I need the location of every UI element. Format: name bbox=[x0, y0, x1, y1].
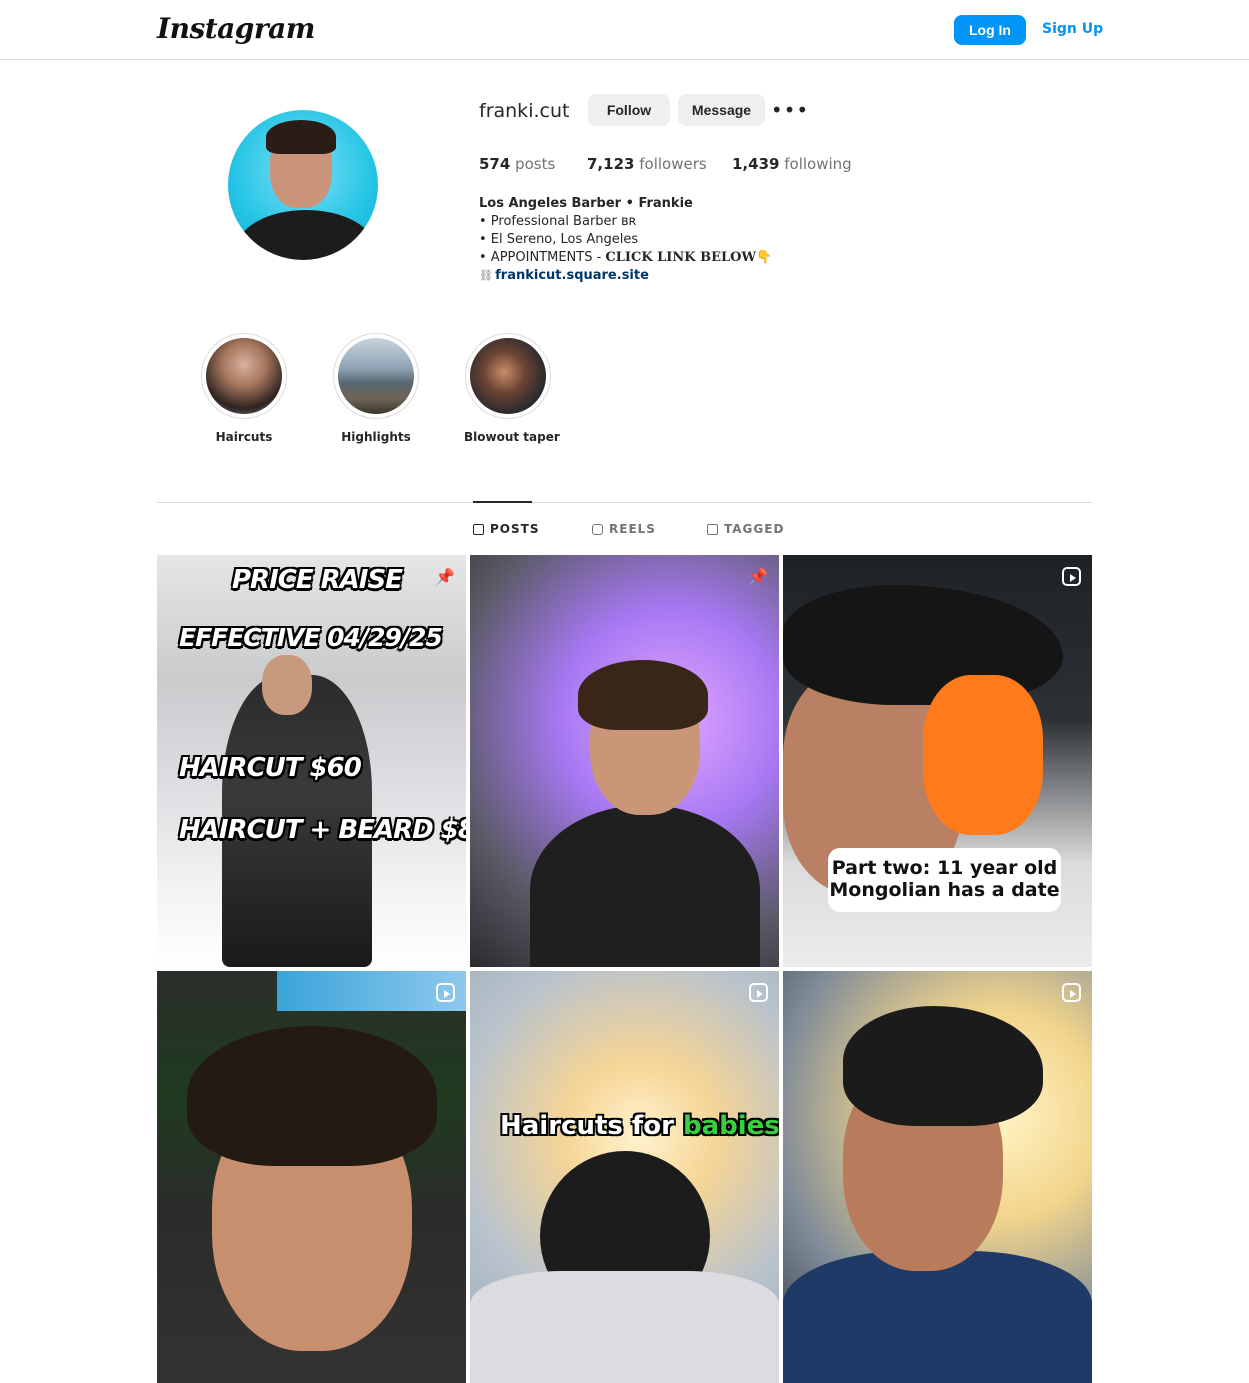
post-caption-white: Haircuts for bbox=[500, 1111, 683, 1141]
post-tile[interactable]: PRICE RAISE EFFECTIVE 04/29/25 HAIRCUT $… bbox=[157, 555, 466, 967]
post-glove-shape bbox=[923, 675, 1043, 835]
profile-avatar[interactable] bbox=[228, 110, 378, 260]
reels-icon bbox=[592, 523, 603, 535]
post-text-haircut-price: HAIRCUT $60 bbox=[179, 753, 362, 783]
follow-button[interactable]: Follow bbox=[588, 94, 670, 126]
highlight-thumbnail bbox=[338, 338, 414, 414]
bio-external-link[interactable]: ⛓ frankicut.square.site bbox=[479, 267, 772, 285]
posts-count-stat: 574 posts bbox=[479, 155, 555, 173]
tab-posts[interactable]: POSTS bbox=[473, 522, 539, 536]
followers-label: followers bbox=[639, 155, 707, 173]
followers-stat[interactable]: 7,123 followers bbox=[587, 155, 707, 173]
reel-icon bbox=[1060, 981, 1082, 1003]
post-person-shape bbox=[530, 805, 760, 967]
bio-appointments-prefix: • APPOINTMENTS - bbox=[479, 250, 606, 265]
post-text-effective-date: EFFECTIVE 04/29/25 bbox=[179, 623, 443, 652]
post-tile[interactable]: 📌 bbox=[470, 555, 779, 967]
reel-icon bbox=[1060, 565, 1082, 587]
post-shirt-shape bbox=[783, 1251, 1092, 1383]
post-tile[interactable] bbox=[157, 971, 466, 1383]
highlight-thumbnail bbox=[206, 338, 282, 414]
bio-link-text[interactable]: frankicut.square.site bbox=[495, 268, 649, 283]
post-caption-text: Haircuts for babies: bbox=[500, 1111, 779, 1141]
highlight-blowout-taper[interactable]: Blowout taper bbox=[464, 333, 560, 444]
bio-line-location: • El Sereno, Los Angeles bbox=[479, 232, 639, 247]
profile-bio: Los Angeles Barber • Frankie • Professio… bbox=[479, 195, 772, 285]
tagged-icon bbox=[707, 523, 718, 535]
post-hair-shape bbox=[843, 1006, 1043, 1126]
top-navigation-bar: Instagram Log In Sign Up bbox=[0, 0, 1249, 60]
highlight-ring bbox=[201, 333, 287, 419]
highlight-label: Haircuts bbox=[215, 430, 273, 444]
highlight-label: Blowout taper bbox=[464, 430, 560, 444]
tab-posts-label: POSTS bbox=[490, 522, 540, 536]
avatar-hair-shape bbox=[266, 120, 336, 154]
highlight-label: Highlights bbox=[341, 430, 411, 444]
tabs-divider bbox=[157, 502, 1092, 503]
bio-appointments-cta: CLICK LINK BELOW bbox=[605, 250, 757, 265]
tab-tagged-label: TAGGED bbox=[724, 522, 785, 536]
bio-line-appointments: • APPOINTMENTS - CLICK LINK BELOW👇 bbox=[479, 249, 772, 267]
highlight-thumbnail bbox=[470, 338, 546, 414]
message-button[interactable]: Message bbox=[678, 94, 765, 126]
following-label: following bbox=[784, 155, 852, 173]
more-options-icon[interactable]: ••• bbox=[771, 96, 808, 124]
active-tab-indicator bbox=[473, 501, 532, 503]
bio-name: Los Angeles Barber • Frankie bbox=[479, 196, 693, 211]
highlight-highlights[interactable]: Highlights bbox=[332, 333, 420, 444]
avatar-body-shape bbox=[236, 210, 376, 260]
link-icon: ⛓ bbox=[479, 269, 493, 282]
post-shirt-shape bbox=[470, 1271, 779, 1383]
followers-count: 7,123 bbox=[587, 155, 635, 173]
pointing-down-emoji-icon: 👇 bbox=[756, 250, 773, 265]
pin-icon: 📌 bbox=[435, 566, 455, 586]
post-hair-shape bbox=[187, 1026, 437, 1166]
post-caption-bubble: Part two: 11 year old Mongolian has a da… bbox=[828, 848, 1061, 912]
following-stat[interactable]: 1,439 following bbox=[732, 155, 852, 173]
post-tile[interactable]: Part two: 11 year old Mongolian has a da… bbox=[783, 555, 1092, 967]
posts-count: 574 bbox=[479, 155, 511, 173]
instagram-logo[interactable]: Instagram bbox=[157, 12, 315, 45]
post-tile[interactable] bbox=[783, 971, 1092, 1383]
bio-line-profession: • Professional Barber ʙʀ bbox=[479, 214, 637, 229]
tab-reels[interactable]: REELS bbox=[592, 522, 656, 536]
post-hair-shape bbox=[578, 660, 708, 730]
tab-tagged[interactable]: TAGGED bbox=[707, 522, 784, 536]
following-count: 1,439 bbox=[732, 155, 780, 173]
post-text-haircut-beard-price: HAIRCUT + BEARD $80 bbox=[179, 815, 466, 845]
profile-username: franki.cut bbox=[479, 100, 570, 122]
grid-icon bbox=[473, 523, 484, 535]
highlight-haircuts[interactable]: Haircuts bbox=[200, 333, 288, 444]
highlight-ring bbox=[465, 333, 551, 419]
tab-reels-label: REELS bbox=[609, 522, 656, 536]
post-caption-green: babies: bbox=[682, 1111, 779, 1141]
log-in-button[interactable]: Log In bbox=[954, 15, 1026, 45]
sign-up-link[interactable]: Sign Up bbox=[1042, 21, 1103, 37]
post-face-shape bbox=[262, 655, 312, 715]
post-text-price-raise: PRICE RAISE bbox=[232, 565, 403, 595]
reel-icon bbox=[747, 981, 769, 1003]
pin-icon: 📌 bbox=[748, 566, 768, 586]
highlight-ring bbox=[333, 333, 419, 419]
reel-icon bbox=[434, 981, 456, 1003]
posts-label: posts bbox=[515, 155, 556, 173]
post-tile[interactable]: Haircuts for babies: bbox=[470, 971, 779, 1383]
